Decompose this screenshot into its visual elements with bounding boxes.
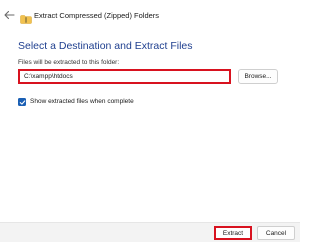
- destination-path-input[interactable]: [18, 69, 231, 84]
- extract-button[interactable]: Extract: [214, 226, 252, 240]
- page-heading: Select a Destination and Extract Files: [18, 40, 193, 52]
- window-title: Extract Compressed (Zipped) Folders: [34, 11, 160, 20]
- zip-folder-icon: [20, 11, 32, 24]
- title-bar: Extract Compressed (Zipped) Folders: [0, 0, 300, 30]
- show-files-checkbox-label: Show extracted files when complete: [30, 98, 134, 105]
- back-arrow-icon[interactable]: [2, 8, 16, 22]
- dialog-footer: [0, 222, 300, 242]
- browse-button[interactable]: Browse...: [238, 69, 278, 84]
- check-icon: [19, 99, 25, 105]
- cancel-button[interactable]: Cancel: [257, 226, 295, 240]
- show-files-checkbox[interactable]: [18, 98, 26, 106]
- show-files-checkbox-row[interactable]: Show extracted files when complete: [18, 97, 134, 107]
- destination-label: Files will be extracted to this folder:: [18, 59, 120, 66]
